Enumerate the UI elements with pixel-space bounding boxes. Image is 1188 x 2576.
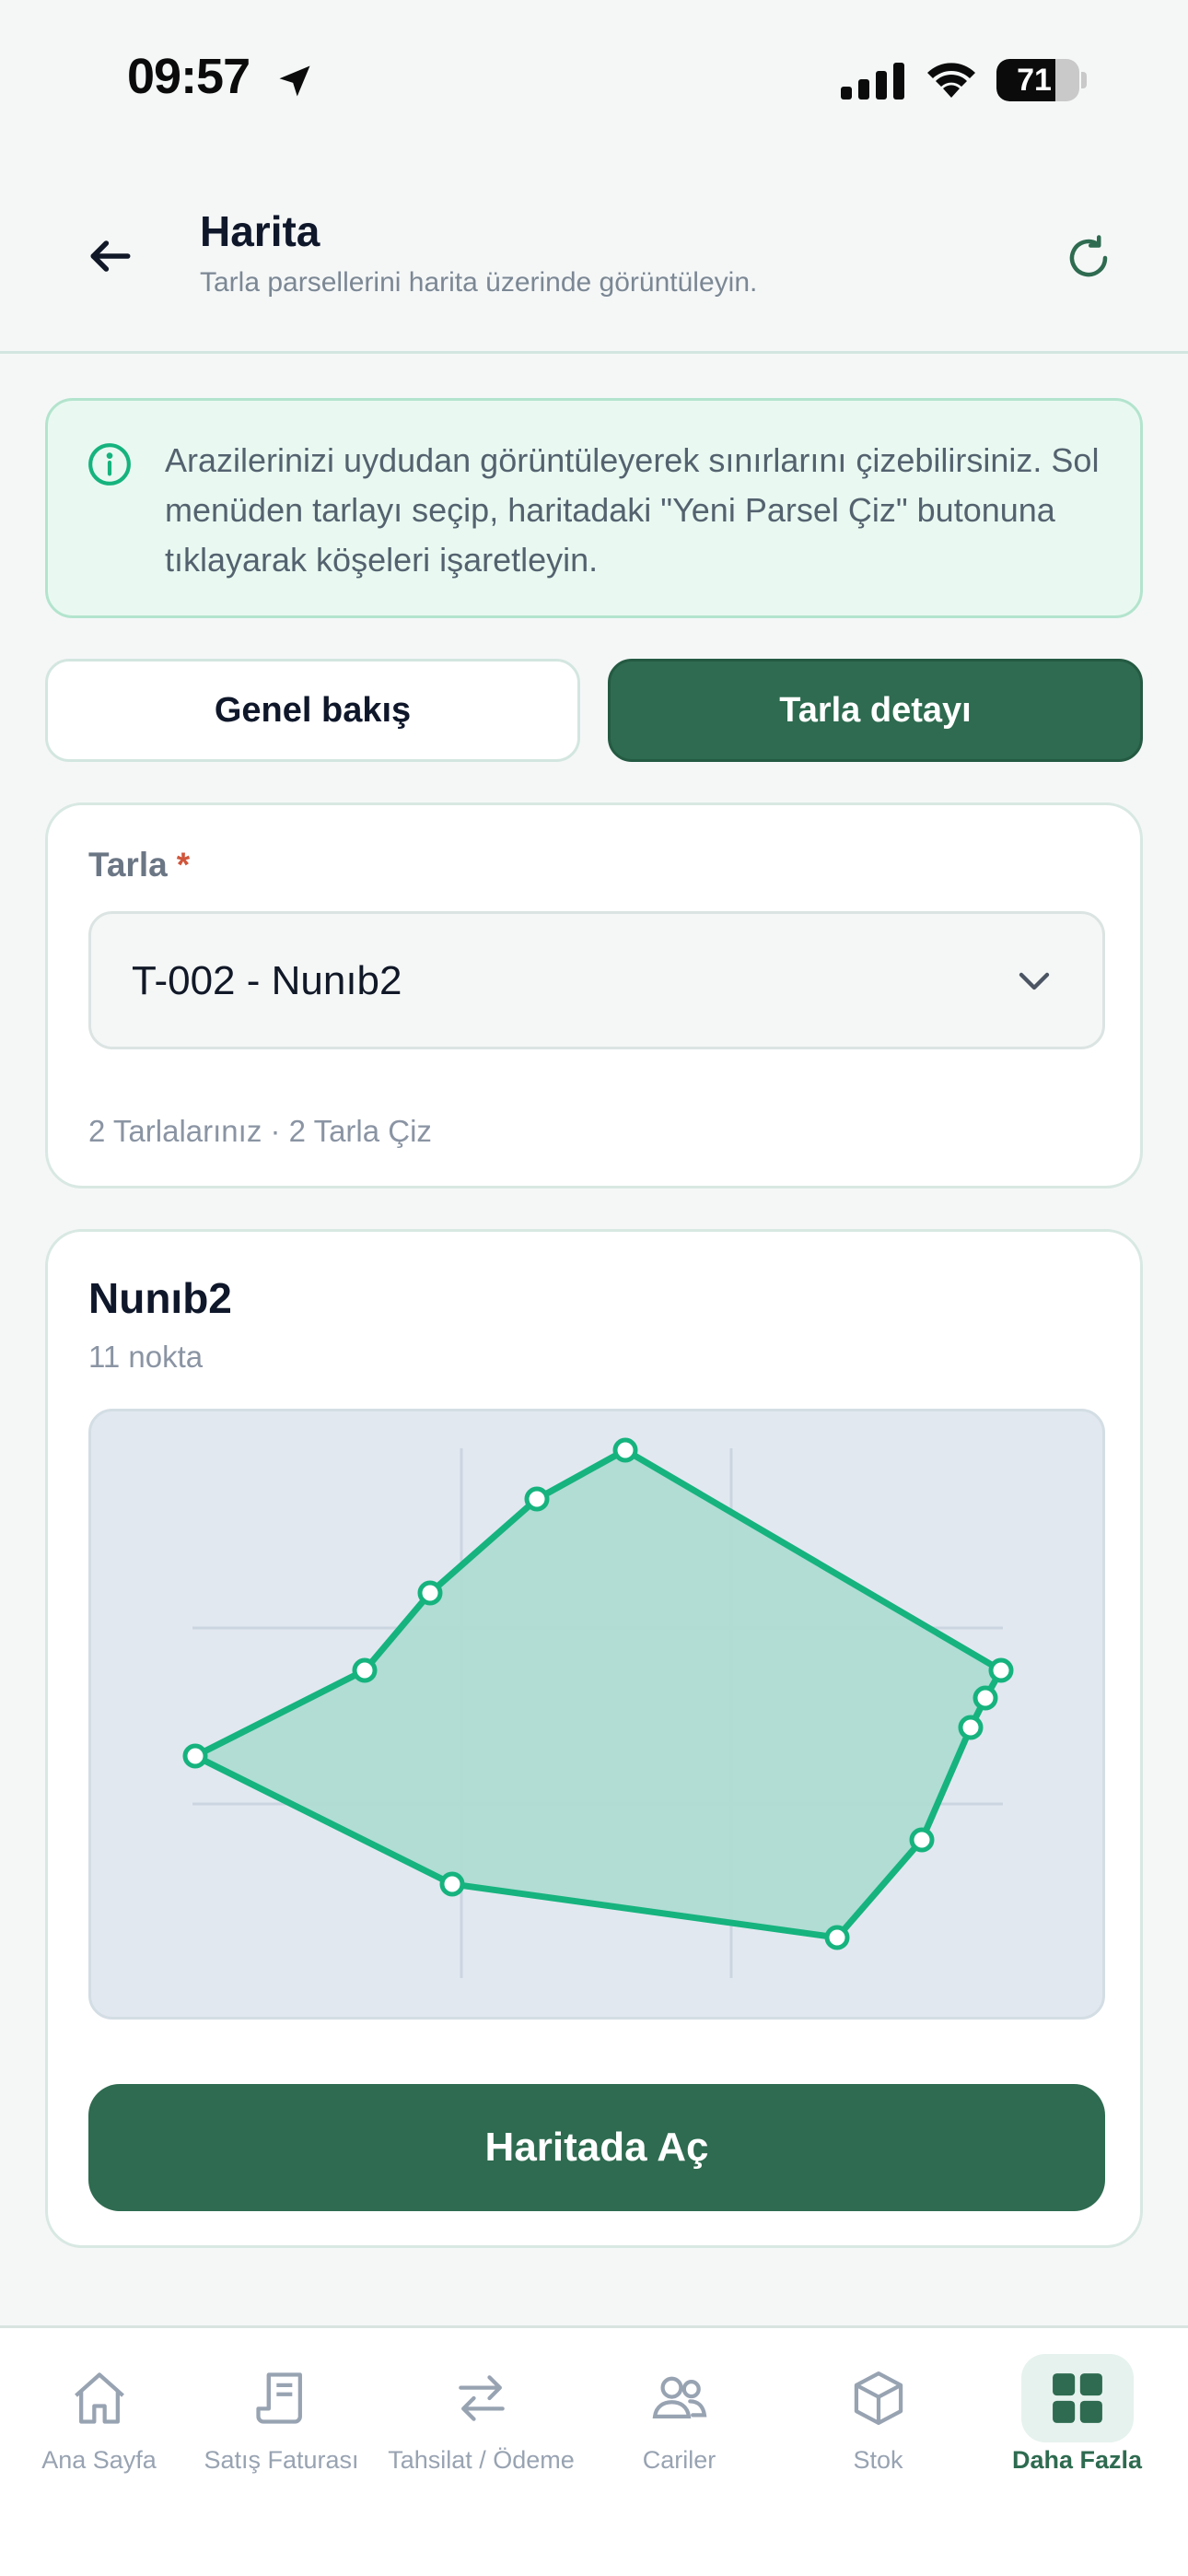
wifi-icon (927, 63, 975, 98)
parcel-vertex (909, 1827, 935, 1853)
parcel-point-count: 11 nokta (88, 1340, 204, 1374)
parcel-vertex (352, 1657, 378, 1683)
field-select-value: T-002 - Nunıb2 (132, 958, 402, 1003)
nav-item-collection-payment[interactable]: Tahsilat / Ödeme (382, 2328, 580, 2512)
parcel-vertex (417, 1580, 443, 1606)
page-header: Harita Tarla parsellerini harita üzerind… (0, 184, 1188, 354)
parcel-polygon (192, 1446, 1005, 1941)
parcel-vertex (958, 1715, 984, 1740)
parcel-vertex (988, 1657, 1014, 1683)
box-icon (854, 2371, 903, 2426)
info-banner: Arazilerinizi uydudan görüntüleyerek sın… (45, 398, 1143, 618)
parcel-polygon-drawing (182, 1437, 1014, 1978)
parcel-vertex (439, 1871, 465, 1897)
field-label: Tarla * (88, 846, 190, 884)
home-icon (75, 2372, 124, 2424)
nav-label: Ana Sayfa (41, 2446, 157, 2474)
tab-overview[interactable]: Genel bakış (45, 659, 580, 762)
nav-label: Tahsilat / Ödeme (388, 2446, 575, 2474)
location-arrow-icon (279, 65, 310, 97)
receipt-icon (256, 2372, 302, 2424)
info-banner-text: Arazilerinizi uydudan görüntüleyerek sın… (165, 441, 1100, 579)
refresh-button[interactable] (1055, 225, 1122, 291)
grid-icon (1053, 2373, 1102, 2423)
nav-item-accounts[interactable]: Cariler (580, 2328, 778, 2512)
parcel-vertex (182, 1743, 208, 1769)
bottom-nav: Ana Sayfa Satış Faturası Tahsilat / Ödem… (0, 2325, 1188, 2576)
required-mark: * (176, 846, 191, 884)
parcel-vertex (524, 1486, 550, 1512)
users-icon (652, 2376, 707, 2418)
parcel-name: Nunıb2 (88, 1274, 232, 1322)
page-subtitle: Tarla parsellerini harita üzerinde görün… (200, 267, 758, 298)
nav-label: Satış Faturası (204, 2446, 359, 2474)
arrow-left-icon (90, 240, 131, 272)
field-label-text: Tarla (88, 846, 168, 884)
parcel-card: Nunıb2 11 nokta Haritada Aç (45, 1229, 1143, 2248)
nav-label: Daha Fazla (1011, 2446, 1143, 2474)
parcel-vertex (824, 1925, 850, 1950)
battery-percent: 71 (1017, 63, 1052, 98)
parcel-map-preview[interactable] (88, 1409, 1105, 2020)
field-select[interactable]: T-002 - Nunıb2 (88, 911, 1105, 1049)
transfer-icon (459, 2375, 505, 2421)
chevron-down-icon (1019, 972, 1050, 990)
open-in-map-button[interactable]: Haritada Aç (88, 2084, 1105, 2211)
tab-field-detail[interactable]: Tarla detayı (608, 659, 1143, 762)
nav-label: Cariler (642, 2446, 716, 2474)
back-button[interactable] (76, 221, 146, 291)
cellular-signal-icon (841, 63, 904, 100)
parcel-vertex (612, 1437, 638, 1463)
status-time: 09:57 (127, 49, 250, 104)
nav-label: Stok (853, 2446, 903, 2474)
status-bar: 09:57 71 (0, 0, 1188, 161)
page: 09:57 71 Harita Tarla parsellerini harit… (0, 0, 1188, 2576)
nav-item-stock[interactable]: Stok (779, 2328, 977, 2512)
nav-item-home[interactable]: Ana Sayfa (0, 2328, 198, 2512)
parcel-vertex (973, 1685, 998, 1711)
nav-item-more[interactable]: Daha Fazla (978, 2328, 1176, 2512)
page-title: Harita (200, 207, 320, 255)
battery-indicator: 71 (996, 59, 1087, 101)
field-meta: 2 Tarlalarınız · 2 Tarla Çiz (88, 1114, 432, 1148)
refresh-icon (1069, 235, 1108, 277)
field-select-card: Tarla * T-002 - Nunıb2 2 Tarlalarınız · 2… (45, 802, 1143, 1188)
info-icon (88, 443, 131, 486)
nav-item-sales-invoice[interactable]: Satış Faturası (182, 2328, 380, 2512)
